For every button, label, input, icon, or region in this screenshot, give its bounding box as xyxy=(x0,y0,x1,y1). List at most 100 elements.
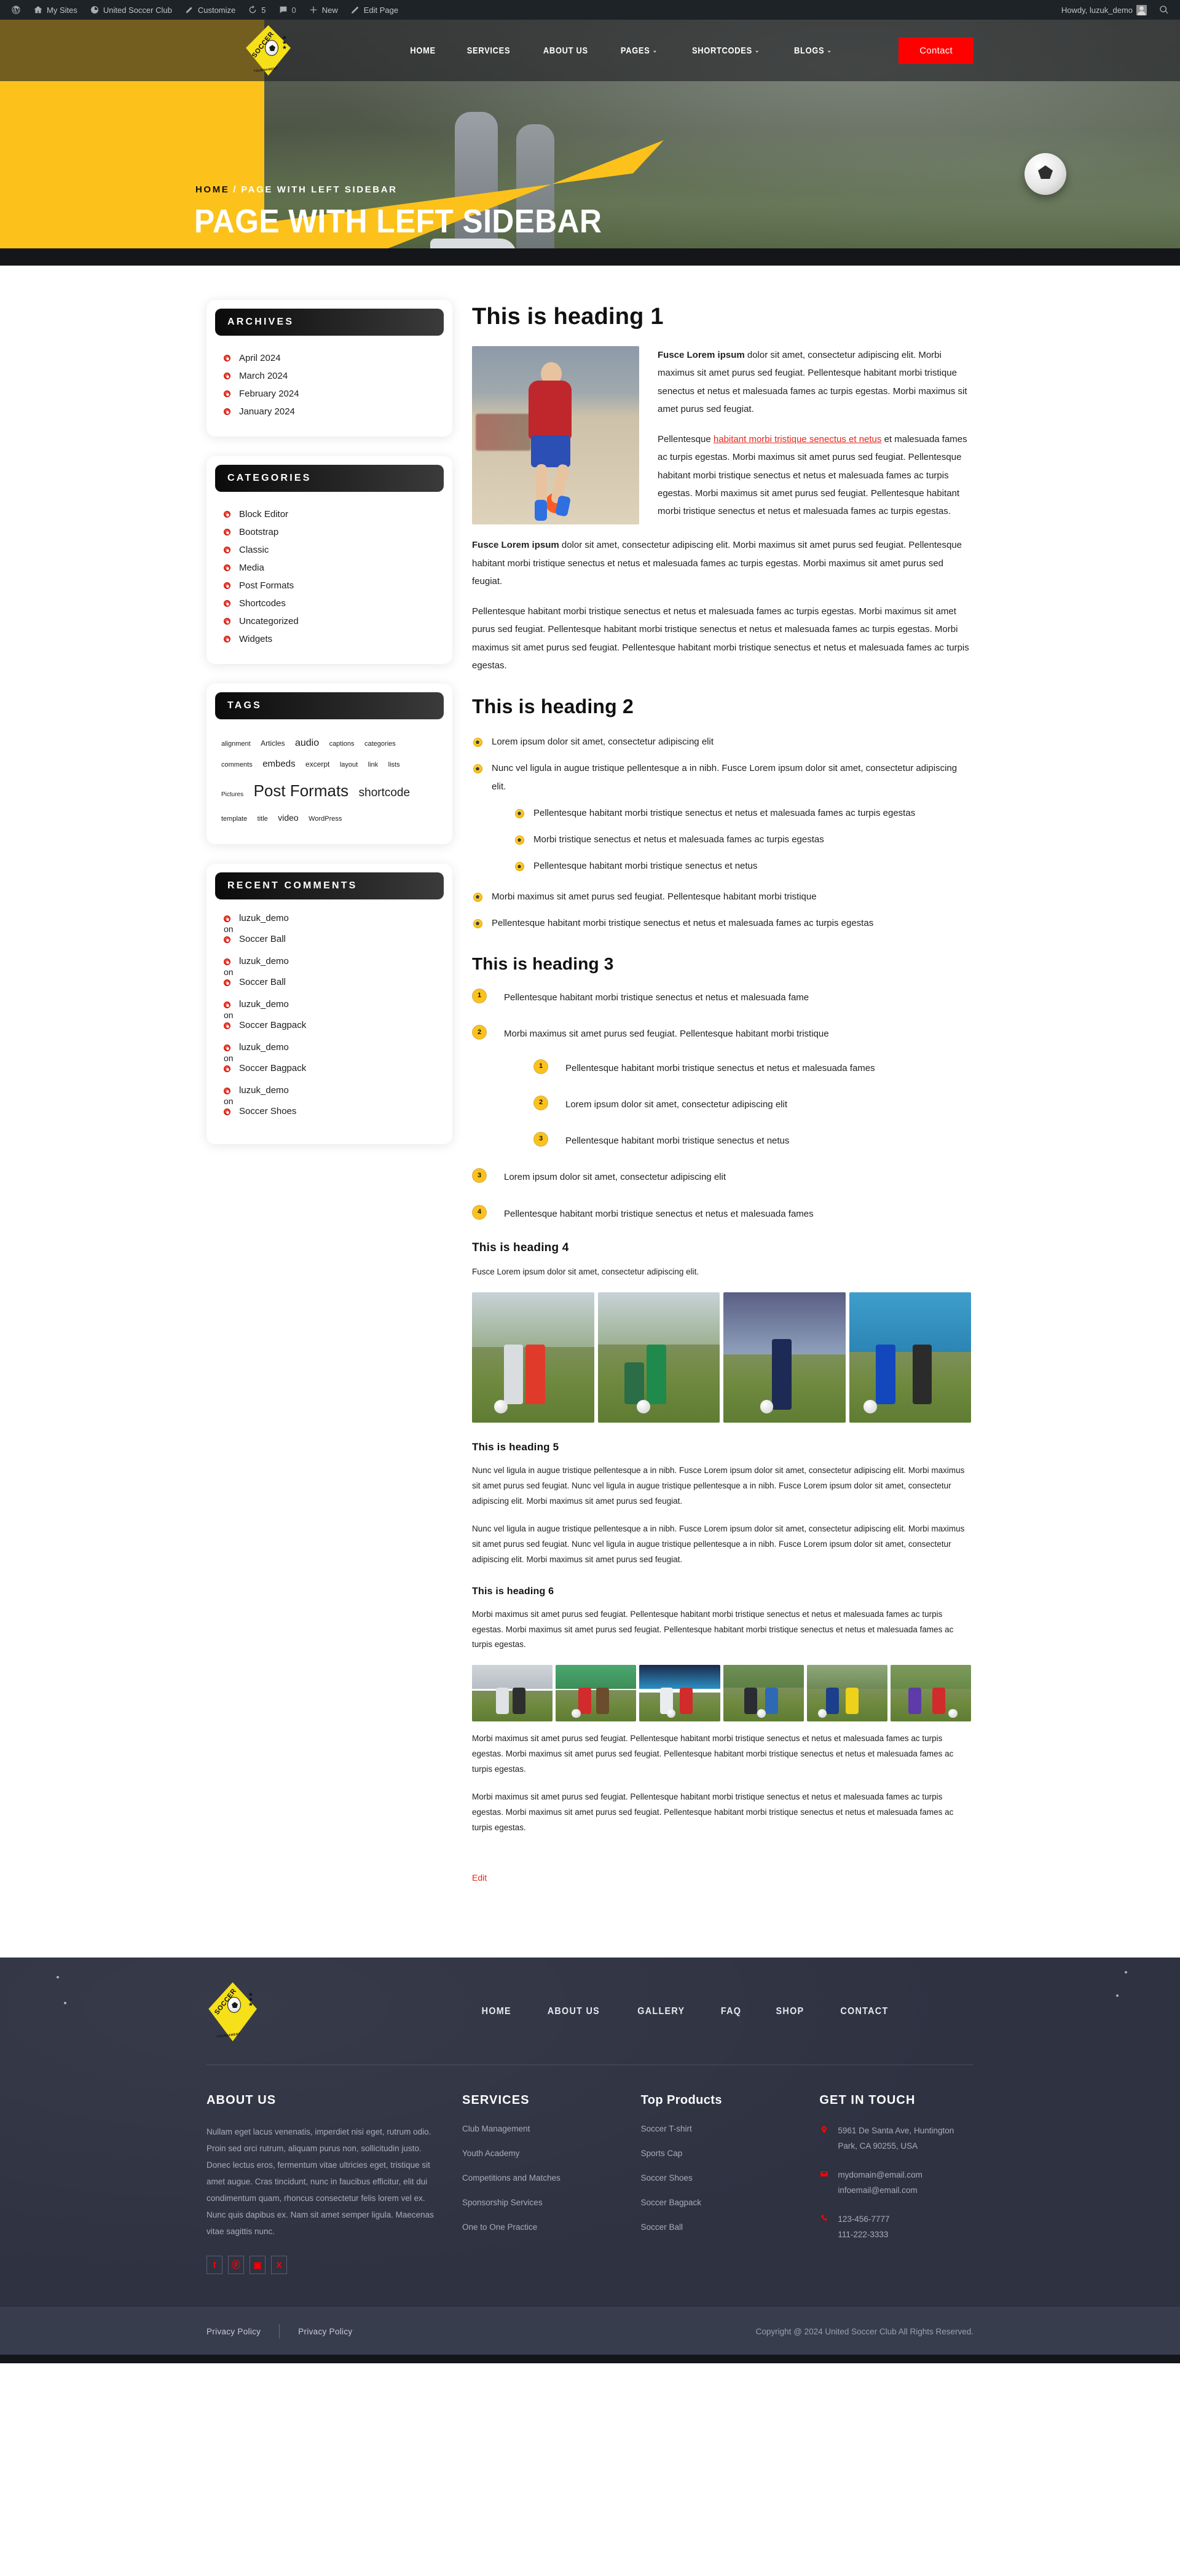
contact-phone-2[interactable]: 111-222-3333 xyxy=(838,2230,888,2239)
tag-link[interactable]: Pictures xyxy=(221,788,243,801)
footer-product-link[interactable]: Sports Cap xyxy=(641,2149,683,2158)
list-item[interactable]: Youth Academy xyxy=(462,2148,616,2159)
list-item[interactable]: April 2024 xyxy=(215,349,444,367)
list-item[interactable]: Soccer T-shirt xyxy=(641,2124,795,2135)
tag-link[interactable]: captions xyxy=(329,737,355,751)
archive-link[interactable]: January 2024 xyxy=(239,406,295,417)
tag-link[interactable]: layout xyxy=(340,758,358,772)
list-item[interactable]: February 2024 xyxy=(215,385,444,403)
list-item[interactable]: Soccer Shoes xyxy=(641,2173,795,2184)
gallery-image[interactable] xyxy=(597,1292,720,1423)
footer-nav-shop[interactable]: SHOP xyxy=(776,2006,804,2017)
comment-post-row[interactable]: Soccer Ball xyxy=(224,977,444,988)
contact-button[interactable]: Contact xyxy=(899,37,974,64)
nav-item-pages[interactable]: PAGES ⌄ xyxy=(621,45,658,56)
gallery-image[interactable] xyxy=(639,1665,720,1722)
comment-post-row[interactable]: Soccer Bagpack xyxy=(224,1063,444,1074)
tag-link[interactable]: excerpt xyxy=(305,757,329,772)
comment-post-row[interactable]: Soccer Ball xyxy=(224,934,444,945)
tag-link[interactable]: Articles xyxy=(261,736,285,751)
comment-author-link[interactable]: luzuk_demo xyxy=(239,956,289,966)
tag-link[interactable]: embeds xyxy=(262,754,295,774)
comment-post-row[interactable]: Soccer Shoes xyxy=(224,1106,444,1117)
contact-emails[interactable]: mydomain@email.com infoemail@email.com xyxy=(819,2168,974,2199)
nav-item-about-us[interactable]: ABOUT US xyxy=(543,45,588,56)
footer-service-link[interactable]: Club Management xyxy=(462,2124,530,2133)
comment-author-row[interactable]: luzuk_demo xyxy=(224,999,444,1010)
gallery-image[interactable] xyxy=(723,1665,804,1722)
breadcrumb-home[interactable]: HOME xyxy=(195,184,229,195)
gallery-image[interactable] xyxy=(849,1292,971,1423)
footer-logo[interactable]: SOCCER ★ ★ ★ TOURNAMENT xyxy=(206,1982,286,2042)
list-item[interactable]: Widgets xyxy=(215,630,444,648)
footer-nav-gallery[interactable]: GALLERY xyxy=(637,2006,685,2017)
comment-post-link[interactable]: Soccer Ball xyxy=(239,977,286,987)
nav-item-services[interactable]: SERVICES xyxy=(467,45,511,56)
adminbar-comments[interactable]: 0 xyxy=(272,0,302,20)
comment-author-row[interactable]: luzuk_demo xyxy=(224,1042,444,1053)
gallery-image[interactable] xyxy=(890,1665,971,1722)
list-item[interactable]: January 2024 xyxy=(215,403,444,421)
tag-link[interactable]: Post Formats xyxy=(254,774,349,808)
nav-item-blogs[interactable]: BLOGS ⌄ xyxy=(794,45,832,56)
list-item[interactable]: March 2024 xyxy=(215,367,444,385)
instagram-icon[interactable]: ▣ xyxy=(250,2256,266,2275)
footer-nav-home[interactable]: HOME xyxy=(481,2006,511,2017)
x-twitter-icon[interactable]: X xyxy=(271,2256,287,2275)
comment-author-link[interactable]: luzuk_demo xyxy=(239,1085,289,1096)
tag-link[interactable]: title xyxy=(258,812,268,826)
list-item[interactable]: Uncategorized xyxy=(215,612,444,630)
tag-link[interactable]: categories xyxy=(364,737,396,751)
adminbar-site-name[interactable]: United Soccer Club xyxy=(84,0,178,20)
archive-link[interactable]: February 2024 xyxy=(239,389,299,399)
footer-nav-faq[interactable]: FAQ xyxy=(720,2006,741,2017)
gallery-image[interactable] xyxy=(472,1665,553,1722)
tag-link[interactable]: template xyxy=(221,812,247,826)
comment-author-row[interactable]: luzuk_demo xyxy=(224,956,444,967)
adminbar-edit-page[interactable]: Edit Page xyxy=(344,0,404,20)
adminbar-new[interactable]: New xyxy=(302,0,344,20)
list-item[interactable]: Post Formats xyxy=(215,577,444,595)
list-item[interactable]: Media xyxy=(215,559,444,577)
adminbar-wordpress-logo[interactable] xyxy=(5,0,27,20)
comment-post-link[interactable]: Soccer Bagpack xyxy=(239,1020,306,1030)
gallery-image[interactable] xyxy=(556,1665,637,1722)
breadcrumb[interactable]: HOME / PAGE WITH LEFT SIDEBAR xyxy=(195,184,398,195)
tag-link[interactable]: lists xyxy=(388,758,400,772)
category-link[interactable]: Post Formats xyxy=(239,580,294,591)
category-link[interactable]: Bootstrap xyxy=(239,527,278,537)
adminbar-customize[interactable]: Customize xyxy=(178,0,242,20)
footer-product-link[interactable]: Soccer T-shirt xyxy=(641,2124,692,2133)
main-navigation[interactable]: HOME SERVICES ABOUT US PAGES ⌄ SHORTCODES… xyxy=(344,45,899,56)
tag-link[interactable]: video xyxy=(278,809,298,827)
contact-phone-1[interactable]: 123-456-7777 xyxy=(838,2214,889,2224)
contact-phones[interactable]: 123-456-7777 111-222-3333 xyxy=(819,2212,974,2243)
category-link[interactable]: Media xyxy=(239,563,264,573)
list-item[interactable]: Shortcodes xyxy=(215,595,444,612)
inline-red-link[interactable]: habitant morbi tristique senectus et net… xyxy=(714,434,882,444)
comment-author-row[interactable]: luzuk_demo xyxy=(224,1085,444,1096)
site-logo[interactable]: SOCCER ★ ★ ★ TOURNAMENT xyxy=(191,25,344,76)
footer-product-link[interactable]: Soccer Ball xyxy=(641,2222,683,2232)
list-item[interactable]: Competitions and Matches xyxy=(462,2173,616,2184)
comment-author-link[interactable]: luzuk_demo xyxy=(239,913,289,923)
footer-product-link[interactable]: Soccer Bagpack xyxy=(641,2198,701,2207)
list-item[interactable]: Bootstrap xyxy=(215,523,444,541)
tag-link[interactable]: link xyxy=(368,758,379,772)
footer-product-link[interactable]: Soccer Shoes xyxy=(641,2173,693,2183)
category-link[interactable]: Classic xyxy=(239,545,269,555)
privacy-policy-link-2[interactable]: Privacy Policy xyxy=(298,2327,352,2336)
footer-service-link[interactable]: One to One Practice xyxy=(462,2222,537,2232)
category-link[interactable]: Widgets xyxy=(239,634,272,644)
tag-link[interactable]: shortcode xyxy=(359,781,410,805)
tag-link[interactable]: WordPress xyxy=(309,812,342,826)
adminbar-howdy[interactable]: Howdy, luzuk_demo xyxy=(1055,0,1153,20)
pinterest-icon[interactable]: ⓟ xyxy=(228,2256,244,2275)
list-item[interactable]: Sports Cap xyxy=(641,2148,795,2159)
list-item[interactable]: Classic xyxy=(215,541,444,559)
nav-item-home[interactable]: HOME xyxy=(410,45,435,56)
list-item[interactable]: Soccer Ball xyxy=(641,2222,795,2233)
adminbar-search[interactable] xyxy=(1153,0,1175,20)
comment-post-row[interactable]: Soccer Bagpack xyxy=(224,1020,444,1031)
contact-email-2[interactable]: infoemail@email.com xyxy=(838,2186,917,2195)
